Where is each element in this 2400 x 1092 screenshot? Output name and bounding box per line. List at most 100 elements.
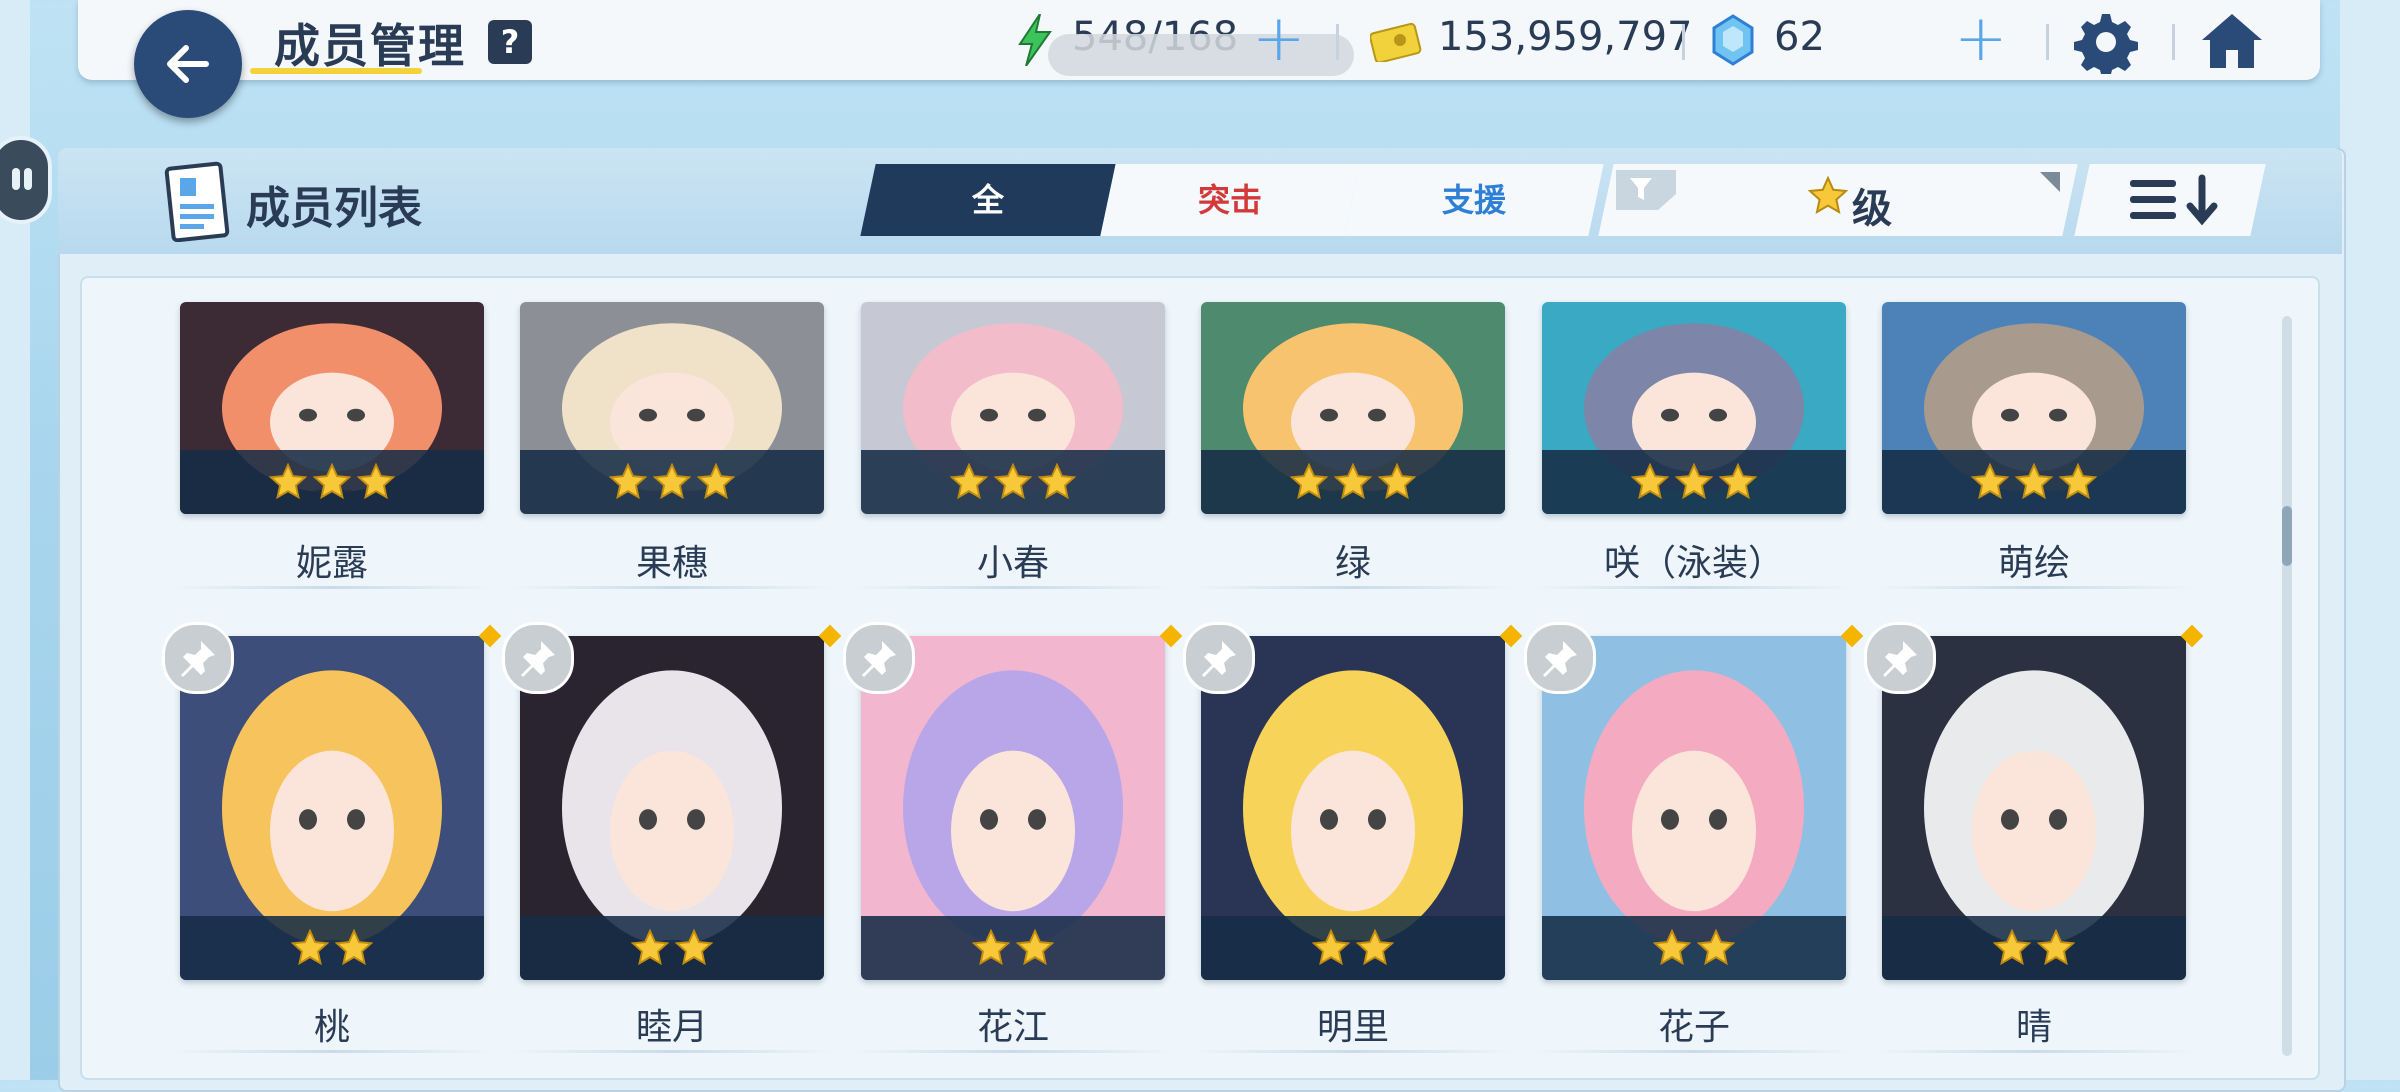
star-icon bbox=[609, 463, 647, 500]
member-name: 花江 bbox=[976, 1007, 1049, 1048]
member-name: 果穗 bbox=[635, 543, 708, 584]
star-icon bbox=[335, 929, 373, 966]
name-underline bbox=[510, 1050, 834, 1053]
member-card[interactable] bbox=[861, 302, 1165, 514]
name-underline bbox=[1532, 1050, 1856, 1053]
star-icon bbox=[1808, 176, 1848, 214]
star-rating bbox=[1882, 450, 2186, 514]
star-rating bbox=[861, 916, 1165, 980]
pin-button[interactable] bbox=[502, 622, 574, 694]
star-rating bbox=[1201, 450, 1505, 514]
name-underline bbox=[1191, 586, 1515, 589]
name-underline bbox=[170, 586, 494, 589]
gems-add-button[interactable]: + bbox=[1954, 2, 2008, 76]
member-name: 桃 bbox=[313, 1007, 350, 1048]
star-rating bbox=[180, 450, 484, 514]
member-card[interactable] bbox=[1201, 302, 1505, 514]
tab-support-label: 支援 bbox=[1441, 181, 1506, 219]
member-name: 睦月 bbox=[635, 1007, 708, 1048]
pin-icon bbox=[1202, 641, 1236, 677]
member-name: 小春 bbox=[976, 543, 1049, 584]
name-underline bbox=[1872, 586, 2196, 589]
floating-pause-handle[interactable] bbox=[0, 136, 52, 224]
back-button[interactable] bbox=[134, 10, 242, 118]
star-icon bbox=[1631, 463, 1669, 500]
member-name: 晴 bbox=[2015, 1007, 2052, 1048]
title-underline bbox=[250, 68, 422, 74]
dropdown-corner-icon bbox=[2040, 172, 2060, 192]
star-icon bbox=[950, 463, 988, 500]
pin-icon bbox=[181, 641, 215, 677]
star-icon bbox=[291, 929, 329, 966]
member-card[interactable] bbox=[861, 636, 1165, 980]
star-rating bbox=[1542, 916, 1846, 980]
pin-button[interactable] bbox=[843, 622, 915, 694]
star-rating bbox=[1882, 916, 2186, 980]
gems-value: 62 bbox=[1774, 14, 1825, 60]
member-card[interactable] bbox=[520, 302, 824, 514]
pin-icon bbox=[1883, 641, 1917, 677]
star-icon bbox=[1971, 463, 2009, 500]
divider bbox=[1682, 24, 1685, 60]
tab-strike[interactable]: 突击 bbox=[1100, 164, 1360, 236]
name-underline bbox=[851, 1050, 1175, 1053]
star-icon bbox=[631, 929, 669, 966]
name-underline bbox=[1191, 1050, 1515, 1053]
help-button[interactable]: ? bbox=[488, 20, 532, 64]
name-underline bbox=[170, 1050, 494, 1053]
star-icon bbox=[1038, 463, 1076, 500]
star-icon bbox=[972, 929, 1010, 966]
member-card[interactable] bbox=[1201, 636, 1505, 980]
member-card[interactable] bbox=[1542, 636, 1846, 980]
pin-button[interactable] bbox=[1183, 622, 1255, 694]
star-icon bbox=[1290, 463, 1328, 500]
star-icon bbox=[1653, 929, 1691, 966]
pin-button[interactable] bbox=[162, 622, 234, 694]
scrollbar-thumb[interactable] bbox=[2282, 506, 2292, 566]
pin-button[interactable] bbox=[1524, 622, 1596, 694]
star-rating bbox=[1201, 916, 1505, 980]
member-card[interactable] bbox=[1542, 302, 1846, 514]
tab-support[interactable]: 支援 bbox=[1344, 164, 1604, 236]
star-icon bbox=[1356, 929, 1394, 966]
credit-card-icon bbox=[1370, 22, 1422, 62]
star-icon bbox=[2037, 929, 2075, 966]
member-name: 花子 bbox=[1657, 1007, 1730, 1048]
star-icon bbox=[1697, 929, 1735, 966]
member-name: 妮露 bbox=[295, 543, 368, 584]
star-icon bbox=[1675, 463, 1713, 500]
member-card[interactable] bbox=[520, 636, 824, 980]
member-name: 绿 bbox=[1334, 543, 1371, 584]
star-rating bbox=[180, 916, 484, 980]
member-name: 明里 bbox=[1316, 1007, 1389, 1048]
star-icon bbox=[653, 463, 691, 500]
energy-overlay bbox=[1048, 34, 1354, 76]
scrollbar-track[interactable] bbox=[2282, 316, 2292, 1056]
name-underline bbox=[851, 586, 1175, 589]
sort-descending-icon bbox=[2130, 174, 2218, 226]
pin-icon bbox=[862, 641, 896, 677]
pin-icon bbox=[1543, 641, 1577, 677]
member-name: 咲（泳装） bbox=[1603, 543, 1784, 584]
member-name: 萌绘 bbox=[1997, 543, 2070, 584]
sort-label: 级 bbox=[1852, 186, 1892, 232]
star-icon bbox=[675, 929, 713, 966]
member-card[interactable] bbox=[180, 636, 484, 980]
member-card[interactable] bbox=[1882, 636, 2186, 980]
home-icon[interactable] bbox=[2200, 10, 2264, 74]
gem-icon bbox=[1712, 14, 1754, 66]
energy-icon bbox=[1018, 14, 1052, 66]
divider bbox=[2046, 24, 2049, 60]
name-underline bbox=[1872, 1050, 2196, 1053]
star-icon bbox=[994, 463, 1032, 500]
energy-add-button[interactable]: + bbox=[1252, 2, 1306, 76]
pin-button[interactable] bbox=[1864, 622, 1936, 694]
member-card-icon bbox=[164, 161, 230, 242]
star-icon bbox=[2015, 463, 2053, 500]
member-card[interactable] bbox=[180, 302, 484, 514]
member-card[interactable] bbox=[1882, 302, 2186, 514]
name-underline bbox=[510, 586, 834, 589]
gear-icon[interactable] bbox=[2074, 10, 2138, 74]
tab-all-label: 全 bbox=[971, 181, 1004, 219]
tab-all[interactable]: 全 bbox=[860, 164, 1116, 236]
